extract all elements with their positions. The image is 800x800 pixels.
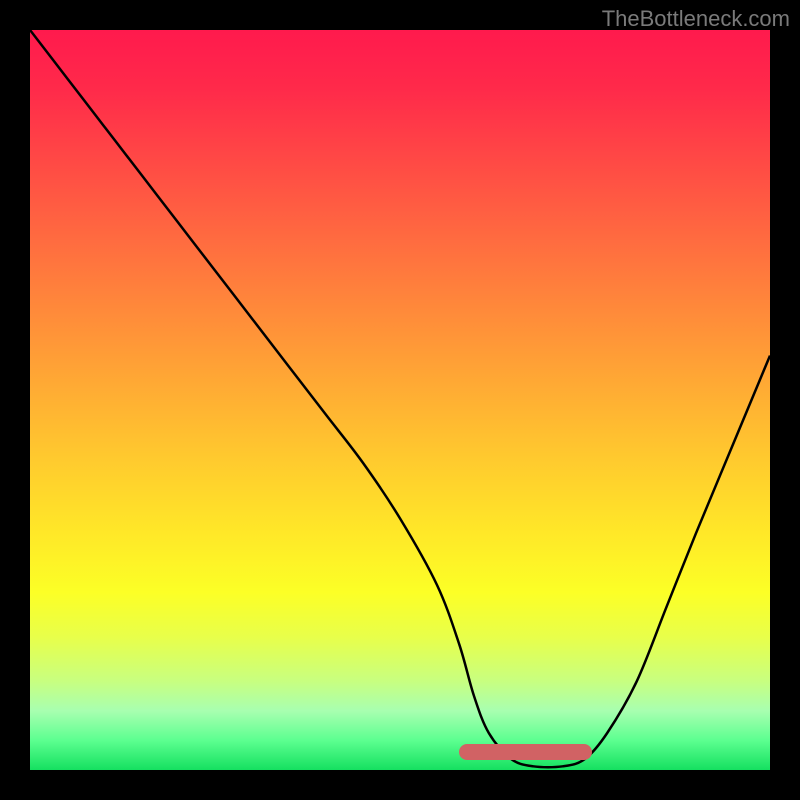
bottleneck-curve xyxy=(30,30,770,767)
curve-svg xyxy=(30,30,770,770)
chart-container: TheBottleneck.com xyxy=(0,0,800,800)
optimal-region-band xyxy=(459,744,592,760)
plot-area xyxy=(30,30,770,770)
watermark-text: TheBottleneck.com xyxy=(602,6,790,32)
